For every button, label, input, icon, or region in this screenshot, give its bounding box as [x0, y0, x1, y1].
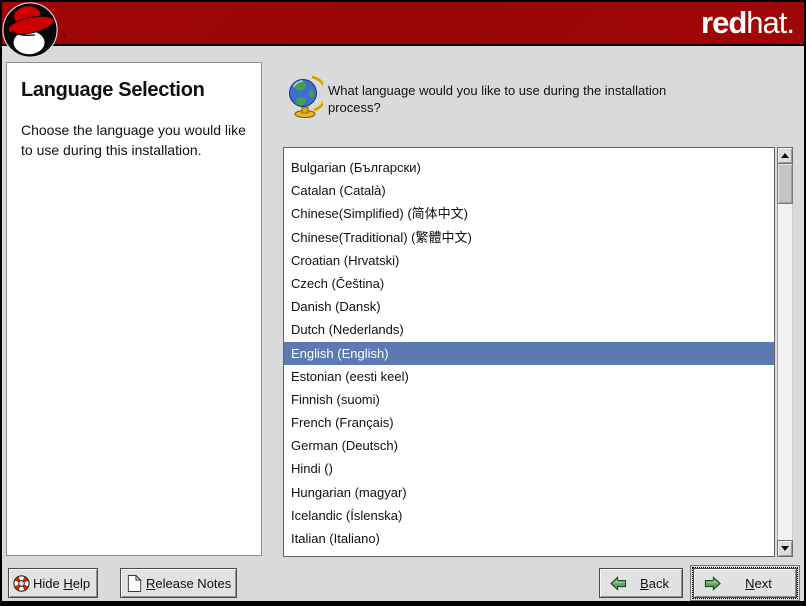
next-label: Next — [721, 576, 796, 591]
scrollbar[interactable] — [777, 147, 793, 557]
scrollbar-track[interactable] — [777, 204, 793, 540]
back-button[interactable]: Back — [599, 568, 683, 598]
language-list-item[interactable]: Bulgarian (Български) — [284, 156, 774, 179]
language-list-item[interactable]: Dutch (Nederlands) — [284, 318, 774, 341]
next-arrow-icon — [704, 576, 721, 591]
brand-red: red — [701, 5, 746, 40]
scroll-up-button[interactable] — [777, 147, 793, 164]
language-list-item[interactable]: English (English) — [284, 342, 774, 365]
window-content: redhat. ® Language Selection Choose the … — [2, 2, 804, 601]
globe-icon — [287, 74, 323, 118]
language-list-item[interactable]: Icelandic (Íslenska) — [284, 504, 774, 527]
help-panel: Language Selection Choose the language y… — [6, 62, 262, 556]
back-label: Back — [627, 576, 682, 591]
language-list-item[interactable]: German (Deutsch) — [284, 434, 774, 457]
up-arrow-icon — [781, 153, 789, 158]
redhat-shadowman-logo-icon — [2, 2, 60, 60]
brand-hat: hat. — [746, 5, 794, 40]
release-notes-button[interactable]: Release Notes — [120, 568, 237, 598]
language-list-item[interactable]: Danish (Dansk) — [284, 295, 774, 318]
language-list-item[interactable]: Czech (Čeština) — [284, 272, 774, 295]
document-icon — [126, 574, 143, 593]
redhat-wordmark: redhat. — [701, 5, 794, 41]
language-list[interactable]: Bulgarian (Български)Catalan (Català)Chi… — [283, 147, 775, 557]
language-list-container: Bulgarian (Български)Catalan (Català)Chi… — [283, 147, 793, 557]
language-list-item[interactable]: Hungarian (magyar) — [284, 481, 774, 504]
language-list-item[interactable]: Italian (Italiano) — [284, 527, 774, 550]
registered-mark: ® — [61, 33, 66, 40]
next-button[interactable]: Next — [693, 568, 797, 598]
language-list-item[interactable]: French (Français) — [284, 411, 774, 434]
language-list-item[interactable]: Croatian (Hrvatski) — [284, 249, 774, 272]
header-bar: redhat. — [2, 2, 804, 46]
release-notes-label: Release Notes — [146, 576, 231, 591]
question-text: What language would you like to use duri… — [328, 82, 700, 116]
language-list-item[interactable]: Catalan (Català) — [284, 179, 774, 202]
hide-help-button[interactable]: Hide Help — [8, 568, 98, 598]
language-list-item[interactable]: Chinese(Traditional) (繁體中文) — [284, 226, 774, 249]
language-list-item[interactable]: Chinese(Simplified) (简体中文) — [284, 202, 774, 225]
scroll-down-button[interactable] — [777, 540, 793, 557]
language-list-item[interactable]: Hindi () — [284, 457, 774, 480]
next-button-focus-frame: Next — [690, 565, 800, 601]
installer-window: redhat. ® Language Selection Choose the … — [0, 0, 806, 606]
page-title: Language Selection — [21, 79, 247, 102]
scrollbar-thumb[interactable] — [777, 164, 793, 204]
back-arrow-icon — [610, 576, 627, 591]
language-list-item[interactable]: Estonian (eesti keel) — [284, 365, 774, 388]
life-ring-icon — [12, 574, 31, 593]
hide-help-label: Hide Help — [33, 576, 90, 591]
down-arrow-icon — [781, 546, 789, 551]
help-text: Choose the language you would like to us… — [21, 120, 247, 161]
language-list-item[interactable]: Finnish (suomi) — [284, 388, 774, 411]
